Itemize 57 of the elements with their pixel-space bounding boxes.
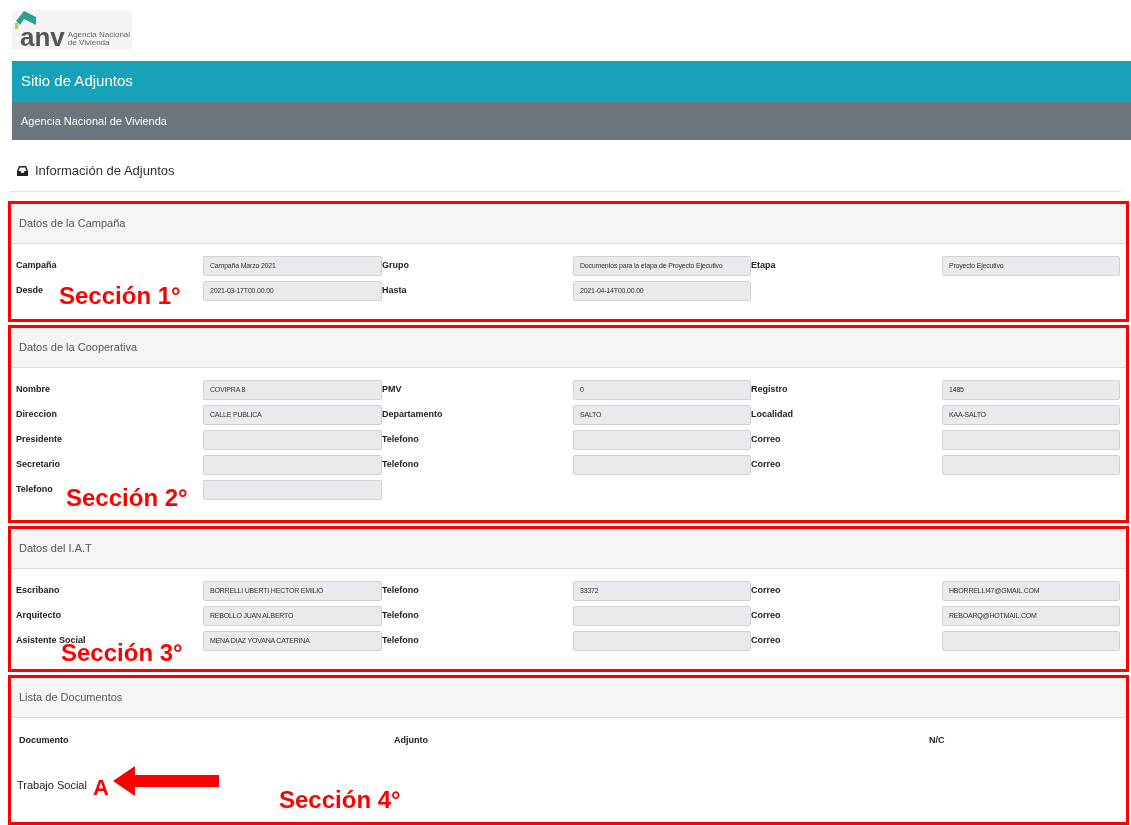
column-header: Documento (19, 734, 70, 747)
annotation-label: Sección 2° (66, 486, 188, 510)
input-field[interactable] (573, 606, 751, 626)
input-field[interactable] (942, 430, 1120, 450)
field-label: Arquitecto (16, 609, 61, 623)
field-label: Localidad (751, 408, 793, 422)
field-label: Telefono (382, 433, 419, 447)
field-label: Registro (751, 383, 788, 397)
logo-text: anv (20, 24, 65, 50)
input-field[interactable] (573, 430, 751, 450)
field-label: Presidente (16, 433, 63, 447)
logo-icon (14, 10, 37, 30)
arrow-icon (113, 765, 219, 796)
annotation-label: Sección 1° (59, 284, 181, 308)
field-label: PMV (382, 383, 402, 397)
annotation-marker: A (93, 776, 109, 799)
field-label: Etapa (751, 259, 776, 273)
column-header: N/C (929, 734, 946, 747)
field-label: Nombre (16, 383, 50, 397)
input-field[interactable] (203, 455, 382, 475)
logo-subtitle: Agencia Nacional (67, 31, 131, 39)
input-field[interactable] (942, 631, 1120, 651)
annotation-label: Sección 4° (279, 788, 401, 812)
field-label: Telefono (382, 634, 419, 648)
document-name: Trabajo Social (17, 778, 87, 794)
field-label: Hasta (382, 284, 407, 298)
input-field[interactable] (942, 455, 1120, 475)
column-header: Adjunto (394, 734, 429, 747)
section-title: Datos del I.A.T (19, 541, 92, 557)
field-label: Telefono (382, 458, 419, 472)
input-field[interactable] (573, 455, 751, 475)
field-label: Correo (751, 458, 781, 472)
page-title: Información de Adjuntos (35, 162, 175, 181)
logo-subtitle: de Vivienda (67, 39, 111, 47)
section-title: Lista de Documentos (19, 690, 123, 706)
input-field[interactable] (203, 430, 382, 450)
inbox-icon (16, 165, 29, 177)
field-label: Correo (751, 584, 781, 598)
field-label: Telefono (382, 609, 419, 623)
field-label: Correo (751, 634, 781, 648)
field-label: Desde (16, 284, 43, 298)
field-label: Grupo (382, 259, 409, 273)
field-label: Telefono (16, 483, 53, 497)
field-label: Telefono (382, 584, 419, 598)
section-title: Datos de la Cooperativa (19, 340, 137, 356)
input-field[interactable] (573, 631, 751, 651)
agency-name: Agencia Nacional de Vivienda (21, 113, 167, 129)
site-title: Sitio de Adjuntos (21, 71, 133, 92)
section-title: Datos de la Campaña (19, 216, 126, 232)
field-label: Correo (751, 433, 781, 447)
field-label: Departamento (382, 408, 443, 422)
field-label: Correo (751, 609, 781, 623)
field-label: Direccion (16, 408, 57, 422)
field-label: Campaña (16, 259, 57, 273)
field-label: Escribano (16, 584, 60, 598)
field-label: Secretario (16, 458, 61, 472)
input-field[interactable] (203, 480, 382, 500)
